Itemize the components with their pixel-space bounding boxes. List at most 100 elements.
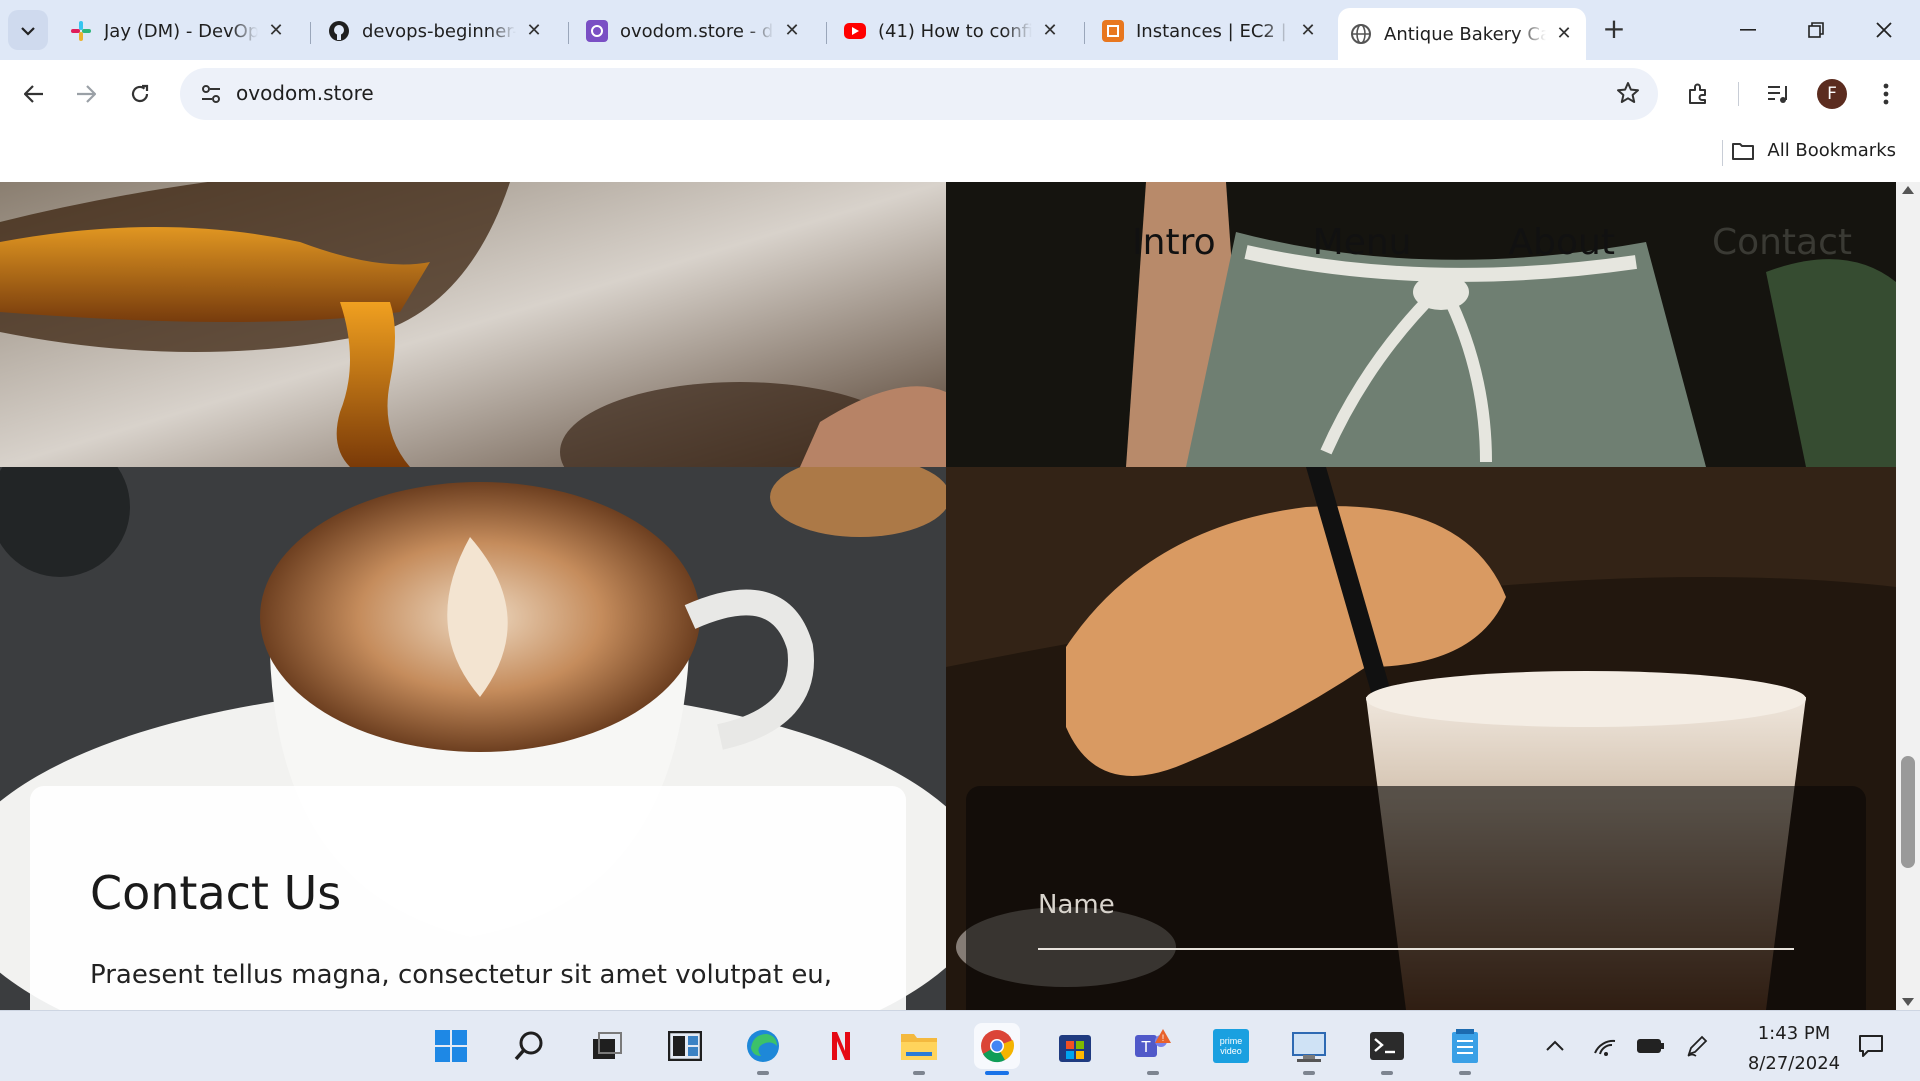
close-icon[interactable]: ✕ — [266, 21, 286, 41]
start-icon[interactable] — [428, 1023, 474, 1069]
tab-separator — [1084, 22, 1085, 44]
restore-button[interactable] — [1788, 10, 1844, 50]
toolbar-divider — [1738, 82, 1739, 106]
file-explorer-icon[interactable] — [896, 1023, 942, 1075]
scroll-down-icon[interactable] — [1902, 998, 1914, 1006]
browser-tab[interactable]: Jay (DM) - DevOps ✕ — [58, 8, 298, 54]
battery-icon[interactable] — [1636, 1031, 1666, 1061]
chevron-up-icon[interactable] — [1540, 1031, 1570, 1061]
svg-text:T: T — [1141, 1039, 1151, 1056]
page-scrollbar[interactable] — [1896, 182, 1920, 1010]
contact-card: Contact Us Praesent tellus magna, consec… — [30, 786, 906, 1010]
browser-tab[interactable]: ovodom.store - de ✕ — [574, 8, 814, 54]
notepad-icon[interactable] — [1442, 1023, 1488, 1075]
contact-description: Praesent tellus magna, consectetur sit a… — [90, 960, 833, 990]
svg-text:video: video — [1220, 1046, 1242, 1056]
browser-tab[interactable]: Instances | EC2 | us ✕ — [1090, 8, 1330, 54]
nav-about-link[interactable]: About — [1509, 222, 1615, 263]
svg-text:prime: prime — [1220, 1036, 1243, 1046]
menu-button[interactable] — [1866, 74, 1906, 114]
all-bookmarks-button[interactable]: All Bookmarks — [1731, 140, 1896, 161]
address-bar[interactable]: ovodom.store — [180, 68, 1658, 120]
close-window-button[interactable] — [1856, 10, 1912, 50]
tab-title: Jay (DM) - DevOps — [104, 20, 258, 42]
task-view-icon[interactable] — [584, 1023, 630, 1069]
profile-avatar[interactable]: F — [1812, 74, 1852, 114]
tab-separator — [310, 22, 311, 44]
back-button[interactable] — [14, 74, 54, 114]
browser-tab[interactable]: devops-beginner-l ✕ — [316, 8, 556, 54]
running-indicator — [1459, 1071, 1471, 1075]
media-control-button[interactable] — [1758, 74, 1798, 114]
minimize-button[interactable] — [1720, 10, 1776, 50]
close-icon[interactable]: ✕ — [1298, 21, 1318, 41]
svg-text:!: ! — [1162, 1033, 1165, 1043]
site-nav: Intro Menu About Contact — [1132, 222, 1896, 263]
system-clock[interactable]: 1:43 PM 8/27/2024 — [1734, 1019, 1854, 1079]
running-indicator — [1303, 1071, 1315, 1075]
chevron-down-icon — [21, 21, 35, 40]
chrome-icon[interactable] — [974, 1023, 1020, 1075]
tab-title: Antique Bakery Ca — [1384, 23, 1546, 45]
remote-desktop-icon[interactable] — [1286, 1023, 1332, 1075]
close-icon[interactable]: ✕ — [524, 21, 544, 41]
minimize-icon — [1740, 29, 1756, 31]
contact-form: Name — [966, 786, 1866, 1010]
name-field[interactable]: Name — [1038, 890, 1115, 920]
aws-icon — [1102, 20, 1124, 42]
scroll-up-icon[interactable] — [1902, 186, 1914, 194]
globe-icon — [1350, 23, 1372, 45]
running-indicator — [1381, 1071, 1393, 1075]
running-indicator — [985, 1071, 1009, 1075]
taskbar: T! prime video 1:43 PM 8/27/2024 — [0, 1010, 1920, 1081]
avatar-initial: F — [1817, 79, 1847, 109]
reload-button[interactable] — [120, 74, 160, 114]
star-icon[interactable] — [1616, 81, 1640, 109]
notification-icon[interactable] — [1856, 1031, 1886, 1061]
bookmarks-divider — [1722, 140, 1723, 166]
browser-tab[interactable]: (41) How to config ✕ — [832, 8, 1072, 54]
nav-contact-link[interactable]: Contact — [1712, 222, 1852, 263]
pen-icon[interactable] — [1682, 1031, 1712, 1061]
search-icon[interactable] — [506, 1023, 552, 1069]
tab-separator — [568, 22, 569, 44]
close-icon[interactable]: ✕ — [1554, 24, 1574, 44]
close-icon[interactable]: ✕ — [1040, 21, 1060, 41]
all-bookmarks-label: All Bookmarks — [1767, 140, 1896, 161]
youtube-icon — [844, 23, 866, 39]
app-icon — [586, 20, 608, 42]
web-page: Intro Menu About Contact Contact Us Prae… — [0, 182, 1896, 1010]
store-icon[interactable] — [1052, 1023, 1098, 1069]
netflix-icon[interactable] — [818, 1023, 864, 1069]
plus-icon: + — [1602, 12, 1626, 45]
edge-icon[interactable] — [740, 1023, 786, 1075]
scroll-thumb[interactable] — [1901, 756, 1915, 868]
arrow-left-icon — [24, 85, 43, 103]
forward-button[interactable] — [66, 74, 106, 114]
clock-date: 8/27/2024 — [1747, 1053, 1841, 1074]
github-icon — [328, 20, 350, 42]
tab-strip: Jay (DM) - DevOps ✕ devops-beginner-l ✕ … — [0, 0, 1920, 60]
running-indicator — [1147, 1071, 1159, 1075]
nav-menu-link[interactable]: Menu — [1313, 222, 1412, 263]
site-settings-icon[interactable] — [200, 83, 222, 109]
wifi-icon[interactable] — [1590, 1031, 1620, 1061]
close-icon[interactable]: ✕ — [782, 21, 802, 41]
browser-toolbar: ovodom.store F — [0, 60, 1920, 128]
new-tab-button[interactable]: + — [1598, 14, 1630, 46]
terminal-icon[interactable] — [1364, 1023, 1410, 1075]
extensions-button[interactable] — [1678, 74, 1718, 114]
nav-intro-link[interactable]: Intro — [1132, 222, 1216, 263]
puzzle-icon — [1689, 83, 1706, 104]
tab-search-button[interactable] — [8, 10, 48, 50]
running-indicator — [757, 1071, 769, 1075]
browser-tab-active[interactable]: Antique Bakery Ca ✕ — [1338, 8, 1586, 60]
name-field-underline — [1038, 948, 1794, 950]
widgets-icon[interactable] — [662, 1023, 708, 1069]
prime-video-icon[interactable]: prime video — [1208, 1023, 1254, 1069]
teams-icon[interactable]: T! — [1130, 1023, 1176, 1075]
url-text: ovodom.store — [236, 81, 374, 105]
contact-title: Contact Us — [90, 866, 342, 920]
tab-title: (41) How to config — [878, 20, 1032, 42]
barista-apron-image: Intro Menu About Contact — [946, 182, 1896, 467]
